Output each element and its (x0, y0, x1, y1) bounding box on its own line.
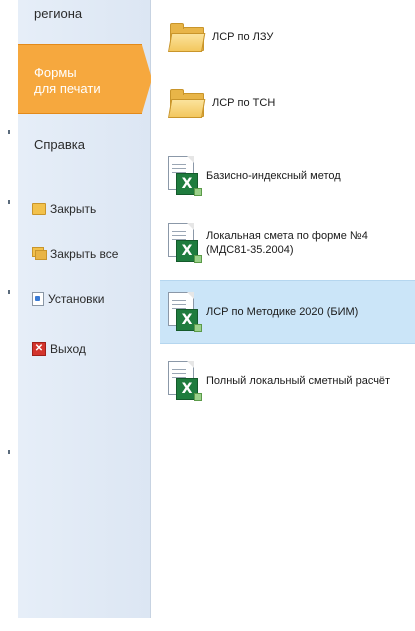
list-item-method-2020[interactable]: X ЛСР по Методике 2020 (БИМ) (160, 280, 415, 344)
edge-tick (8, 200, 10, 204)
item-label: Локальная смета по форме №4 (МДС81-35.20… (206, 229, 368, 257)
item-label: Базисно-индексный метод (206, 170, 341, 182)
exit-icon: ✕ (32, 342, 46, 356)
settings-icon (32, 292, 44, 306)
folder-icon (168, 89, 206, 118)
app-window: региона Формы для печати Справка Закрыть… (0, 0, 415, 631)
excel-document-icon: X (166, 223, 202, 263)
item-label-line1: Локальная смета по форме №4 (206, 230, 368, 242)
item-label: ЛСР по ЛЗУ (212, 31, 274, 43)
item-label-line2: (МДС81-35.2004) (206, 244, 294, 256)
edge-tick (8, 450, 10, 454)
sidebar-item-help[interactable]: Справка (34, 137, 85, 152)
excel-document-icon: X (166, 156, 202, 196)
folder-icon (168, 23, 206, 52)
close-label: Закрыть (50, 202, 97, 216)
forms-list: ЛСР по ЛЗУ ЛСР по ТСН X Базисно-индексны… (151, 0, 415, 631)
list-item-base-index[interactable]: X Базисно-индексный метод (160, 148, 415, 204)
edge-tick (8, 130, 10, 134)
list-item-folder-tsn[interactable]: ЛСР по ТСН (160, 80, 415, 126)
item-label: Полный локальный сметный расчёт (206, 375, 391, 387)
sidebar-item-print-forms[interactable]: Формы для печати (18, 44, 152, 114)
sidebar-item-label: Формы для печати (34, 65, 101, 96)
excel-document-icon: X (166, 361, 202, 401)
edge-tick (8, 290, 10, 294)
folder-icon (32, 203, 46, 215)
list-item-folder-lzu[interactable]: ЛСР по ЛЗУ (160, 14, 415, 60)
list-item-form-4[interactable]: X Локальная смета по форме №4 (МДС81-35.… (160, 212, 415, 274)
backstage-sidebar: региона Формы для печати Справка Закрыть… (18, 0, 152, 618)
excel-document-icon: X (166, 292, 202, 332)
settings-label: Установки (48, 292, 105, 306)
exit-label: Выход (50, 342, 86, 356)
folders-icon (32, 247, 47, 261)
close-all-label: Закрыть все (50, 247, 119, 261)
close-all-command[interactable]: Закрыть все (32, 247, 118, 261)
left-edge (0, 0, 18, 631)
item-label: ЛСР по Методике 2020 (БИМ) (206, 306, 359, 318)
close-command[interactable]: Закрыть (32, 202, 96, 216)
item-label: ЛСР по ТСН (212, 97, 276, 109)
exit-command[interactable]: ✕ Выход (32, 342, 86, 356)
settings-command[interactable]: Установки (32, 292, 104, 306)
list-item-full-local[interactable]: X Полный локальный сметный расчёт (160, 350, 415, 412)
sidebar-item-region[interactable]: региона (34, 6, 82, 21)
sidebar-bottom (18, 618, 151, 631)
